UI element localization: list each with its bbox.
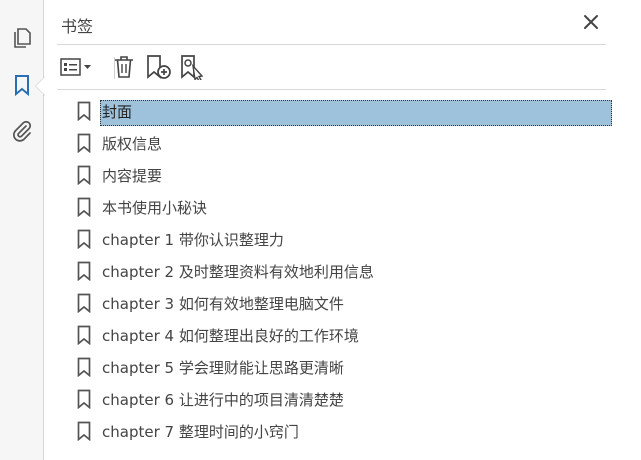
left-nav-rail <box>0 0 45 460</box>
bookmark-icon <box>77 133 91 153</box>
page-thumbnails-icon[interactable] <box>10 26 34 50</box>
bookmarks-panel: 书签 封面 版权信息 内容提要 本书使用小秘诀 chapter 1 带你认识整理… <box>45 0 641 460</box>
new-bookmark-icon[interactable] <box>145 54 173 80</box>
bookmark-icon <box>77 357 91 377</box>
panel-title: 书签 <box>61 17 94 36</box>
bookmark-item[interactable]: chapter 2 及时整理资料有效地利用信息 <box>75 257 615 285</box>
bookmark-label: chapter 4 如何整理出良好的工作环境 <box>102 327 359 345</box>
bookmark-icon <box>77 197 91 217</box>
options-menu-button[interactable] <box>59 54 95 80</box>
bookmark-label: chapter 5 学会理财能让思路更清晰 <box>102 359 344 377</box>
attachments-icon[interactable] <box>10 119 34 143</box>
bookmark-label: 内容提要 <box>102 167 163 185</box>
bookmark-item[interactable]: chapter 5 学会理财能让思路更清晰 <box>75 353 615 381</box>
bookmark-label: 版权信息 <box>102 135 163 153</box>
bookmark-icon <box>77 325 91 345</box>
bookmark-icon <box>77 229 91 249</box>
find-bookmark-icon[interactable] <box>179 54 207 82</box>
bookmark-icon <box>77 261 91 281</box>
bookmark-label: chapter 3 如何有效地整理电脑文件 <box>102 295 344 313</box>
bookmark-icon <box>77 389 91 409</box>
bookmark-icon <box>77 293 91 313</box>
toolbar-bottom-divider <box>57 89 606 90</box>
bookmark-label: chapter 1 带你认识整理力 <box>102 231 284 249</box>
bookmark-icon <box>77 165 91 185</box>
bookmark-icon <box>77 101 91 121</box>
bookmark-item[interactable]: 本书使用小秘诀 <box>75 193 615 221</box>
header-divider <box>57 44 606 45</box>
bookmark-label: chapter 2 及时整理资料有效地利用信息 <box>102 263 374 281</box>
bookmark-label: 本书使用小秘诀 <box>102 199 208 217</box>
bookmark-item[interactable]: chapter 3 如何有效地整理电脑文件 <box>75 289 615 317</box>
bookmark-item[interactable]: chapter 7 整理时间的小窍门 <box>75 417 615 445</box>
bookmark-icon <box>77 421 91 441</box>
bookmark-item[interactable]: chapter 1 带你认识整理力 <box>75 225 615 253</box>
bookmark-label: chapter 7 整理时间的小窍门 <box>102 423 299 441</box>
bookmark-item[interactable]: 封面 <box>75 97 615 126</box>
bookmark-label: chapter 6 让进行中的项目清清楚楚 <box>102 391 344 409</box>
bookmark-item[interactable]: 内容提要 <box>75 161 615 189</box>
bookmark-item[interactable]: chapter 6 让进行中的项目清清楚楚 <box>75 385 615 413</box>
bookmarks-icon[interactable] <box>10 73 34 97</box>
delete-icon[interactable] <box>111 54 137 80</box>
bookmark-item[interactable]: 版权信息 <box>75 129 615 157</box>
bookmark-label: 封面 <box>102 103 133 121</box>
selection-highlight <box>100 100 612 126</box>
rail-active-pointer <box>36 77 45 95</box>
bookmark-item[interactable]: chapter 4 如何整理出良好的工作环境 <box>75 321 615 349</box>
close-icon[interactable] <box>582 13 600 31</box>
